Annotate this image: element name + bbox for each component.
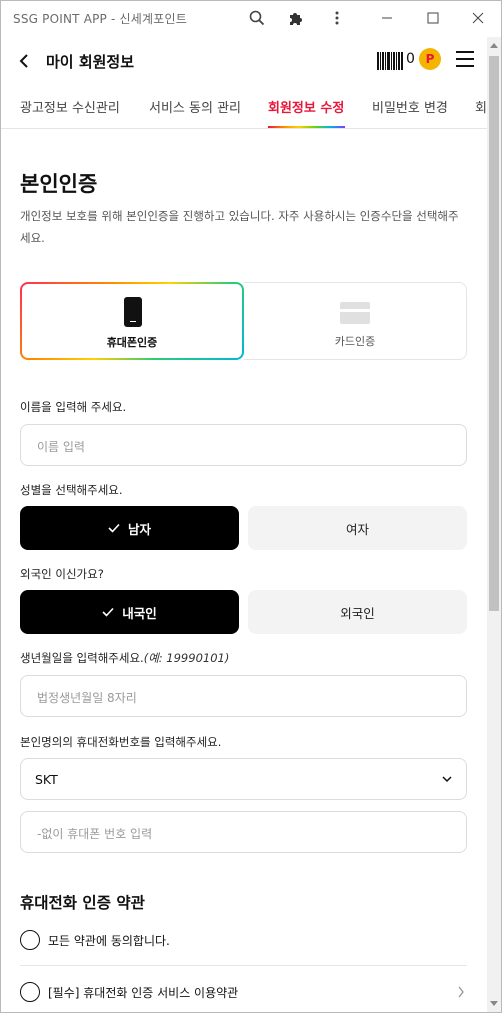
agree-all-label: 모든 약관에 동의합니다. [48,934,170,948]
more-vert-icon[interactable] [326,7,348,29]
phone-number-placeholder: -없이 휴대폰 번호 입력 [37,827,153,841]
point-coin-letter: P [425,52,435,66]
hamburger-menu-icon[interactable] [456,51,476,69]
check-icon [102,607,114,617]
agree-all-row[interactable]: 모든 약관에 동의합니다. [20,928,467,958]
foreigner-option-label: 외국인 [340,605,375,621]
terms-item-label: [필수] 휴대전화 인증 서비스 이용약관 [48,986,239,1000]
chevron-right-icon[interactable] [457,986,465,998]
birth-label-text: 생년월일을 입력해주세요. [20,651,144,665]
name-label: 이름을 입력해 주세요. [20,400,127,414]
search-icon[interactable] [246,7,268,29]
domestic-button[interactable]: 내국인 [20,590,239,634]
birth-placeholder: 법정생년월일 8자리 [37,691,137,705]
auth-description: 개인정보 보호를 위해 본인인증을 진행하고 있습니다. 자주 사용하시는 인증… [20,209,459,245]
foreigner-button[interactable]: 외국인 [248,590,467,634]
gender-female-button[interactable]: 여자 [248,506,467,550]
phone-number-input[interactable]: -없이 휴대폰 번호 입력 [20,811,467,853]
tab-bar: 광고정보 수신관리 서비스 동의 관리 회원정보 수정 비밀번호 변경 회 [1,85,487,129]
terms-item-radio[interactable] [20,982,40,1002]
tab-edit-member-info[interactable]: 회원정보 수정 [268,97,344,116]
scroll-up-arrow-icon[interactable] [487,37,501,53]
window-title: SSG POINT APP - 신세계포인트 [13,12,187,26]
tab-ad-info[interactable]: 광고정보 수신관리 [20,97,120,116]
auth-method-phone-label: 휴대폰인증 [106,336,158,349]
tab-more[interactable]: 회 [475,97,487,116]
auth-method-card[interactable]: 카드인증 [244,282,467,360]
name-placeholder: 이름 입력 [37,440,85,454]
chevron-down-icon [442,776,452,783]
gender-male-button[interactable]: 남자 [20,506,239,550]
point-coin-icon[interactable]: P [419,48,441,70]
minimize-icon[interactable] [376,7,398,29]
barcode-icon[interactable] [377,52,403,70]
scroll-down-arrow-icon[interactable] [487,996,501,1012]
foreigner-label: 외국인 이신가요? [20,567,104,581]
terms-divider [20,965,467,966]
scrollbar-thumb[interactable] [489,56,499,611]
back-arrow-icon[interactable] [15,49,35,73]
card-icon [340,302,370,324]
point-balance: 0 [406,51,415,67]
domestic-label: 내국인 [122,605,157,621]
auth-method-selector: 휴대폰인증 카드인증 [20,282,467,360]
gender-female-label: 여자 [345,521,369,537]
tab-change-password[interactable]: 비밀번호 변경 [372,97,448,116]
birth-label: 생년월일을 입력해주세요.(예: 19990101) [20,650,229,666]
birth-example: (예: 19990101) [143,651,230,665]
auth-method-card-label: 카드인증 [334,335,376,348]
terms-heading: 휴대전화 인증 약관 [20,894,145,912]
gender-male-label: 남자 [127,521,151,537]
auth-method-phone[interactable]: 휴대폰인증 [20,282,244,360]
extension-icon[interactable] [285,7,307,29]
active-tab-indicator [268,126,345,128]
page-title: 마이 회원정보 [46,53,135,71]
phone-icon [124,297,142,327]
window-titlebar: SSG POINT APP - 신세계포인트 [1,1,501,35]
gender-label: 성별을 선택해주세요. [20,483,123,497]
maximize-icon[interactable] [422,7,444,29]
auth-heading: 본인인증 [20,172,98,196]
app-window: SSG POINT APP - 신세계포인트 마이 회원정보 0 P 광고정보 … [0,0,502,1013]
app-header: 마이 회원정보 0 P [1,41,487,81]
carrier-value: SKT [35,772,58,787]
name-input[interactable]: 이름 입력 [20,424,467,466]
carrier-select[interactable]: SKT [20,758,467,800]
check-icon [108,523,120,533]
tab-service-consent[interactable]: 서비스 동의 관리 [149,97,241,116]
terms-item-row[interactable]: [필수] 휴대전화 인증 서비스 이용약관 [20,980,467,1010]
birth-input[interactable]: 법정생년월일 8자리 [20,675,467,717]
agree-all-radio[interactable] [20,930,40,950]
close-icon[interactable] [467,7,489,29]
phone-label: 본인명의의 휴대전화번호를 입력해주세요. [20,735,222,749]
